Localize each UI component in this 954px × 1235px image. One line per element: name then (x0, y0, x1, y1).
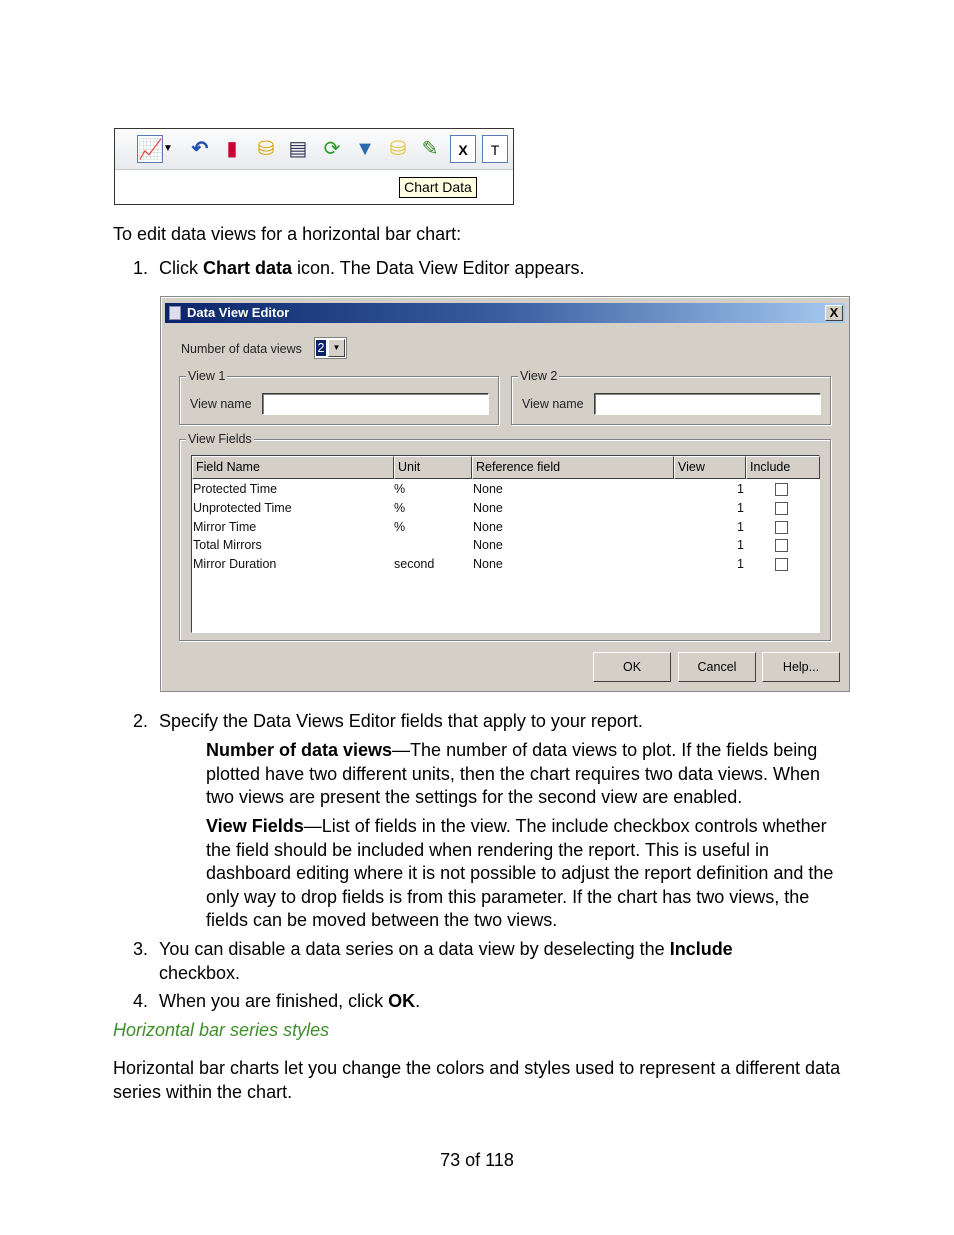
field-name-cell: Protected Time (193, 482, 278, 496)
undo-icon[interactable]: ↶ (187, 135, 213, 163)
reference-field-cell: None (473, 557, 503, 572)
data-view-editor-dialog: Data View Editor X Number of data views … (160, 296, 850, 692)
chart-legend-icon[interactable]: ▤ (285, 135, 311, 163)
ok-button[interactable]: OK (593, 652, 671, 682)
step-3-text: You can disable a data series on a data … (159, 939, 733, 983)
filter-icon[interactable]: ▼ (352, 135, 378, 163)
reference-field-cell: None (473, 519, 503, 534)
field-name-cell: Total Mirrors (193, 538, 262, 553)
x-axis-icon[interactable]: X (450, 135, 476, 163)
include-checkbox[interactable] (775, 558, 788, 572)
chart-database-icon[interactable]: ⛁ (253, 135, 279, 163)
step-2-text: Specify the Data Views Editor fields tha… (159, 711, 643, 731)
unit-cell: second (394, 557, 435, 572)
include-checkbox[interactable] (775, 483, 788, 496)
step-2-number: 2. (133, 711, 149, 731)
include-checkbox[interactable] (775, 520, 788, 534)
column-header-reference-field[interactable]: Reference field (472, 456, 674, 479)
reference-field-cell: None (473, 500, 503, 515)
view-2-legend: View 2 (518, 369, 560, 383)
num-views-select[interactable]: 2 ▼ (314, 337, 347, 359)
view-fields-table: Field Name Unit Reference field View Inc… (191, 455, 820, 633)
edit-bar-chart-icon[interactable]: ▮ (219, 135, 245, 163)
num-views-value: 2 (316, 340, 326, 356)
field-name-cell: Unprotected Time (193, 500, 292, 515)
column-header-field-name[interactable]: Field Name (192, 456, 394, 479)
page-number: 73 of 118 (440, 1150, 514, 1170)
view-cell: 1 (737, 500, 744, 515)
view-cell: 1 (737, 557, 744, 572)
close-button[interactable]: X (825, 305, 843, 321)
section-text: Horizontal bar charts let you change the… (113, 1058, 841, 1102)
edit-line-chart-icon[interactable]: ✎ (417, 135, 443, 163)
step-1-text: Click Chart data icon. The Data View Edi… (159, 258, 585, 278)
field-name-cell: Mirror Duration (193, 557, 277, 572)
num-views-label: Number of data views (181, 342, 302, 356)
view-cell: 1 (737, 519, 744, 534)
chevron-down-icon[interactable]: ▼ (328, 339, 345, 357)
view-2-group: View 2 View name (511, 369, 831, 425)
chart-data-icon[interactable]: ⛁ (385, 135, 411, 163)
column-header-include[interactable]: Include (746, 456, 820, 479)
view-2-name-input[interactable] (594, 393, 821, 415)
line-chart-icon[interactable]: 📈 (137, 135, 163, 163)
intro-text: To edit data views for a horizontal bar … (113, 224, 462, 244)
dropdown-arrow-icon[interactable]: ▼ (163, 135, 173, 163)
chart-data-tooltip: Chart Data (399, 177, 477, 198)
reference-field-cell: None (473, 482, 503, 496)
step-4-number: 4. (133, 991, 149, 1011)
cancel-button[interactable]: Cancel (678, 652, 756, 682)
refresh-timer-icon[interactable]: ⟳ (319, 135, 345, 163)
title-icon[interactable]: T (482, 135, 508, 163)
definition-num-views: Number of data views—The number of data … (206, 740, 821, 807)
view-1-group: View 1 View name (179, 369, 499, 425)
step-1-number: 1. (133, 258, 149, 278)
definition-view-fields: View Fields—List of fields in the view. … (206, 816, 834, 930)
include-checkbox[interactable] (775, 539, 788, 553)
view-1-name-input[interactable] (262, 393, 489, 415)
reference-field-cell: None (473, 538, 503, 553)
include-checkbox[interactable] (775, 501, 788, 515)
view-cell: 1 (737, 482, 744, 496)
toolbar-strip: 📈 ▼ ↶ ▮ ⛁ ▤ ⟳ ▼ ⛁ ✎ X T (115, 129, 513, 170)
view-fields-legend: View Fields (186, 432, 254, 446)
dialog-icon (169, 306, 181, 320)
section-heading: Horizontal bar series styles (113, 1020, 330, 1040)
step-3-number: 3. (133, 939, 149, 959)
column-header-unit[interactable]: Unit (394, 456, 472, 479)
view-2-name-label: View name (522, 397, 584, 411)
view-1-legend: View 1 (186, 369, 228, 383)
unit-cell: % (394, 482, 406, 496)
dialog-titlebar: Data View Editor X (165, 303, 845, 323)
field-name-cell: Mirror Time (193, 519, 257, 534)
view-1-name-label: View name (190, 397, 252, 411)
dialog-title: Data View Editor (187, 305, 290, 320)
help-button[interactable]: Help... (762, 652, 840, 682)
unit-cell: % (394, 519, 406, 534)
unit-cell: % (394, 500, 406, 515)
column-header-view[interactable]: View (674, 456, 746, 479)
step-4-text: When you are finished, click OK. (159, 991, 421, 1011)
view-cell: 1 (737, 538, 744, 553)
